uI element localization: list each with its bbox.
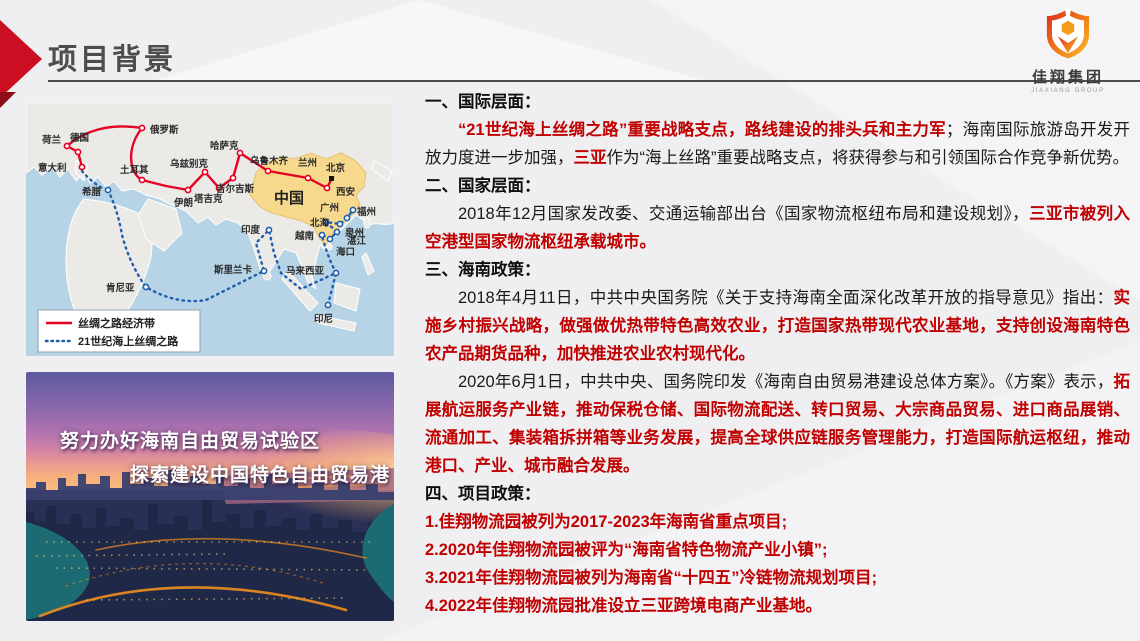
project-policy-item-1: 1.佳翔物流园被列为2017-2023年海南省重点项目; (425, 508, 1130, 536)
city-label: 越南 (294, 230, 315, 242)
city-label: 印尼 (314, 313, 333, 325)
text-run: 4.2022年佳翔物流园批准设立三亚跨境电商产业基地。 (425, 597, 822, 615)
header-divider (48, 80, 1140, 82)
paragraph-international: “21世纪海上丝绸之路”重要战略支点，路线建设的排头兵和主力军；海南国际旅游岛开… (425, 116, 1130, 172)
photo-caption-line2: 探索建设中国特色自由贸易港 (130, 460, 390, 487)
city-label: 意大利 (38, 162, 67, 174)
city-label: 湛江 (347, 235, 367, 247)
city-label: 肯尼亚 (106, 282, 135, 294)
city-label: 印度 (241, 224, 261, 236)
paragraph-hainan-policy-2: 2020年6月1日，中共中央、国务院印发《海南自由贸易港建设总体方案》。《方案》… (425, 368, 1130, 480)
map-legend: 丝绸之路经济带 21世纪海上丝绸之路 (38, 310, 200, 352)
project-policy-item-4: 4.2022年佳翔物流园批准设立三亚跨境电商产业基地。 (425, 592, 1130, 620)
background-facet (150, 0, 710, 82)
text-run: 2.2020年佳翔物流园被评为“海南省特色物流产业小镇”; (425, 541, 827, 559)
city-label: 广州 (320, 202, 339, 214)
company-name: 佳翔集团 (1014, 66, 1122, 87)
city-label: 海口 (336, 246, 355, 258)
section-heading-international: 一、国际层面： (425, 88, 1130, 116)
text-run: “21世纪海上丝绸之路”重要战略支点，路线建设的排头兵和主力军 (458, 121, 946, 139)
text-run: 2018年4月11日，中共中央国务院《关于支持海南全面深化改革开放的指导意见》指… (458, 289, 1114, 307)
legend-label: 丝绸之路经济带 (78, 316, 155, 330)
city-label: 土耳其 (120, 164, 149, 176)
photo-caption-line1: 努力办好海南自由贸易试验区 (60, 426, 320, 453)
red-arrow-icon (0, 20, 42, 98)
text-run: 2018年12月国家发改委、交通运输部出台《国家物流枢纽布局和建设规划》， (458, 205, 1029, 223)
city-label: 乌兹别克 (170, 158, 209, 170)
paragraph-national: 2018年12月国家发改委、交通运输部出台《国家物流枢纽布局和建设规划》，三亚市… (425, 200, 1130, 256)
red-arrow-shadow (0, 92, 16, 108)
city-photo-image: 努力办好海南自由贸易试验区 探索建设中国特色自由贸易港 (26, 372, 394, 621)
city-label: 斯里兰卡 (214, 264, 253, 276)
city-label: 德国 (70, 132, 89, 144)
text-run: 3.2021年佳翔物流园被列为海南省“十四五”冷链物流规划项目; (425, 569, 877, 587)
company-logo: 佳翔集团 JIAXIANG GROUP (1014, 6, 1122, 94)
city-label: 哈萨克 (210, 140, 239, 152)
text-run: 2020年6月1日，中共中央、国务院印发《海南自由贸易港建设总体方案》。《方案》… (458, 373, 1114, 391)
project-policy-item-2: 2.2020年佳翔物流园被评为“海南省特色物流产业小镇”; (425, 536, 1130, 564)
text-run: 1.佳翔物流园被列为2017-2023年海南省重点项目; (425, 513, 787, 531)
city-label: 荷兰 (41, 134, 62, 146)
text-run: 一、国际层面： (425, 93, 541, 111)
text-run: 三亚 (574, 149, 607, 167)
section-heading-project-policy: 四、项目政策： (425, 480, 1130, 508)
section-heading-hainan-policy: 三、海南政策： (425, 256, 1130, 284)
city-label: 希腊 (82, 186, 102, 198)
silk-road-map-image: 荷兰 德国 意大利 俄罗斯 希腊 土耳其 伊朗 乌兹别克 塔吉克 吉尔吉斯 哈萨… (26, 103, 394, 356)
content-column: 一、国际层面： “21世纪海上丝绸之路”重要战略支点，路线建设的排头兵和主力军；… (425, 88, 1130, 620)
city-label: 马来西亚 (286, 265, 325, 277)
text-run: 四、项目政策： (425, 485, 541, 503)
city-label: 西安 (336, 186, 356, 198)
beijing-marker (329, 176, 334, 181)
silk-road-map: 荷兰 德国 意大利 俄罗斯 希腊 土耳其 伊朗 乌兹别克 塔吉克 吉尔吉斯 哈萨… (26, 103, 394, 356)
section-heading-national: 二、国家层面： (425, 172, 1130, 200)
page-title: 项目背景 (48, 36, 176, 78)
text-run: 二、国家层面： (425, 177, 541, 195)
city-label: 兰州 (298, 157, 317, 169)
china-label: 中国 (274, 189, 304, 207)
city-label: 伊朗 (173, 197, 193, 209)
project-policy-item-3: 3.2021年佳翔物流园被列为海南省“十四五”冷链物流规划项目; (425, 564, 1130, 592)
city-label: 北海 (310, 217, 330, 229)
city-label: 北京 (326, 162, 346, 174)
city-label: 福州 (356, 206, 376, 218)
city-label: 吉尔吉斯 (216, 183, 255, 195)
city-label: 俄罗斯 (149, 124, 179, 136)
text-run: 作为“海上丝路”重要战略支点，将获得参与和引领国际合作竞争新优势。 (607, 149, 1130, 167)
legend-label: 21世纪海上丝绸之路 (78, 334, 179, 348)
slide: { "header": { "title": "项目背景", "logo": {… (0, 0, 1140, 641)
paragraph-hainan-policy-1: 2018年4月11日，中共中央国务院《关于支持海南全面深化改革开放的指导意见》指… (425, 284, 1130, 368)
text-run: 三、海南政策： (425, 261, 541, 279)
city-photo (26, 372, 394, 621)
city-label: 乌鲁木齐 (250, 155, 289, 167)
shield-logo-icon (1042, 6, 1094, 60)
